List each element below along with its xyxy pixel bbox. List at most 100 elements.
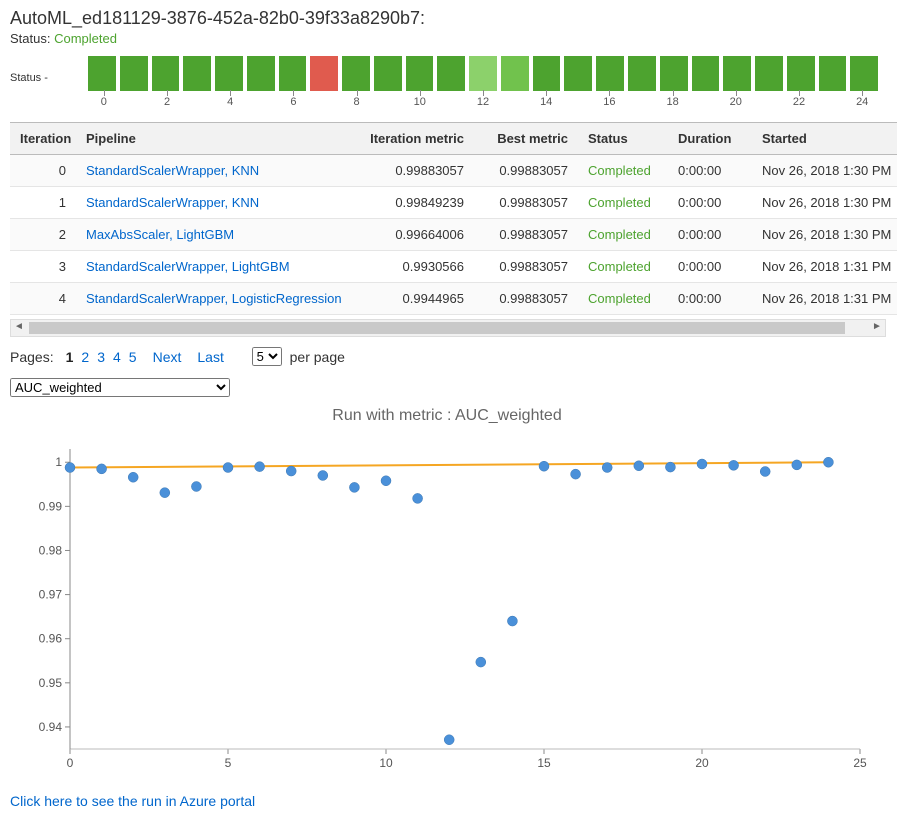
status-cell[interactable] bbox=[88, 56, 116, 91]
cell-pipeline: StandardScalerWrapper, LightGBM bbox=[76, 251, 354, 283]
status-cell[interactable] bbox=[215, 56, 243, 91]
svg-text:0.97: 0.97 bbox=[39, 588, 63, 602]
col-duration[interactable]: Duration bbox=[668, 123, 752, 155]
col-started[interactable]: Started bbox=[752, 123, 897, 155]
chart-point[interactable] bbox=[665, 462, 675, 472]
chart-point[interactable] bbox=[444, 735, 454, 745]
cell-started: Nov 26, 2018 1:30 PM bbox=[752, 219, 897, 251]
status-cell[interactable] bbox=[660, 56, 688, 91]
cell-best-metric: 0.99883057 bbox=[474, 155, 578, 187]
chart-point[interactable] bbox=[381, 476, 391, 486]
status-cell[interactable] bbox=[723, 56, 751, 91]
status-cell[interactable] bbox=[406, 56, 434, 91]
chart-point[interactable] bbox=[160, 488, 170, 498]
chart-point[interactable] bbox=[507, 616, 517, 626]
status-cell[interactable] bbox=[755, 56, 783, 91]
pipeline-link[interactable]: StandardScalerWrapper, LightGBM bbox=[86, 259, 290, 274]
status-cell[interactable] bbox=[819, 56, 847, 91]
chart-point[interactable] bbox=[602, 463, 612, 473]
chart-point[interactable] bbox=[476, 657, 486, 667]
pager-page[interactable]: 4 bbox=[109, 349, 125, 365]
chart-point[interactable] bbox=[255, 462, 265, 472]
chart-point[interactable] bbox=[128, 472, 138, 482]
col-pipeline[interactable]: Pipeline bbox=[76, 123, 354, 155]
cell-status: Completed bbox=[578, 219, 668, 251]
chart-point[interactable] bbox=[792, 460, 802, 470]
status-cell[interactable] bbox=[564, 56, 592, 91]
pager-page[interactable]: 5 bbox=[125, 349, 141, 365]
pager-next[interactable]: Next bbox=[149, 349, 186, 365]
col-best-metric[interactable]: Best metric bbox=[474, 123, 578, 155]
cell-best-metric: 0.99883057 bbox=[474, 283, 578, 315]
col-iteration-metric[interactable]: Iteration metric bbox=[354, 123, 474, 155]
status-tick: 18 bbox=[666, 96, 678, 108]
chart-point[interactable] bbox=[191, 482, 201, 492]
cell-iteration: 0 bbox=[10, 155, 76, 187]
pager-page[interactable]: 3 bbox=[93, 349, 109, 365]
scroll-left-icon[interactable]: ◄ bbox=[11, 320, 27, 336]
status-cell[interactable] bbox=[850, 56, 878, 91]
chart-point[interactable] bbox=[318, 470, 328, 480]
status-cell[interactable] bbox=[787, 56, 815, 91]
chart-point[interactable] bbox=[286, 466, 296, 476]
col-iteration[interactable]: Iteration bbox=[10, 123, 76, 155]
pipeline-link[interactable]: MaxAbsScaler, LightGBM bbox=[86, 227, 234, 242]
status-cell[interactable] bbox=[279, 56, 307, 91]
run-title: AutoML_ed181129-3876-452a-82b0-39f33a829… bbox=[10, 8, 887, 29]
svg-text:0: 0 bbox=[67, 756, 74, 770]
status-cell[interactable] bbox=[342, 56, 370, 91]
chart-point[interactable] bbox=[634, 461, 644, 471]
status-cell[interactable] bbox=[374, 56, 402, 91]
chart-point[interactable] bbox=[223, 463, 233, 473]
pager-page[interactable]: 2 bbox=[77, 349, 93, 365]
status-cell[interactable] bbox=[596, 56, 624, 91]
chart-point[interactable] bbox=[760, 467, 770, 477]
cell-started: Nov 26, 2018 1:31 PM bbox=[752, 283, 897, 315]
status-tick: 24 bbox=[856, 96, 868, 108]
chart-point[interactable] bbox=[349, 482, 359, 492]
scroll-thumb[interactable] bbox=[29, 322, 845, 334]
status-tick: 22 bbox=[793, 96, 805, 108]
status-cell[interactable] bbox=[628, 56, 656, 91]
cell-status: Completed bbox=[578, 187, 668, 219]
status-cell[interactable] bbox=[437, 56, 465, 91]
chart-point[interactable] bbox=[571, 469, 581, 479]
status-cell[interactable] bbox=[152, 56, 180, 91]
status-cell[interactable] bbox=[501, 56, 529, 91]
cell-duration: 0:00:00 bbox=[668, 187, 752, 219]
pipeline-link[interactable]: StandardScalerWrapper, LogisticRegressio… bbox=[86, 291, 342, 306]
status-cell[interactable] bbox=[247, 56, 275, 91]
chart-point[interactable] bbox=[539, 461, 549, 471]
chart-point[interactable] bbox=[65, 463, 75, 473]
cell-iter-metric: 0.9944965 bbox=[354, 283, 474, 315]
metric-select[interactable]: AUC_weighted bbox=[10, 378, 230, 397]
status-cell[interactable] bbox=[469, 56, 497, 91]
status-cell[interactable] bbox=[533, 56, 561, 91]
chart-point[interactable] bbox=[413, 493, 423, 503]
pager-last[interactable]: Last bbox=[193, 349, 227, 365]
table-horizontal-scrollbar[interactable]: ◄ ► bbox=[10, 319, 886, 337]
chart-point[interactable] bbox=[823, 457, 833, 467]
status-cell[interactable] bbox=[692, 56, 720, 91]
cell-duration: 0:00:00 bbox=[668, 283, 752, 315]
status-cell[interactable] bbox=[120, 56, 148, 91]
status-tick: 6 bbox=[290, 96, 296, 108]
col-status[interactable]: Status bbox=[578, 123, 668, 155]
chart-point[interactable] bbox=[97, 464, 107, 474]
pipeline-link[interactable]: StandardScalerWrapper, KNN bbox=[86, 195, 259, 210]
cell-iter-metric: 0.99849239 bbox=[354, 187, 474, 219]
status-tick: 8 bbox=[354, 96, 360, 108]
status-cell[interactable] bbox=[183, 56, 211, 91]
table-header-row: Iteration Pipeline Iteration metric Best… bbox=[10, 123, 897, 155]
pager-page[interactable]: 1 bbox=[62, 349, 78, 365]
status-tick: 16 bbox=[603, 96, 615, 108]
pipeline-link[interactable]: StandardScalerWrapper, KNN bbox=[86, 163, 259, 178]
scroll-right-icon[interactable]: ► bbox=[869, 320, 885, 336]
cell-best-metric: 0.99883057 bbox=[474, 187, 578, 219]
chart-point[interactable] bbox=[697, 459, 707, 469]
status-cell[interactable] bbox=[310, 56, 338, 91]
chart-point[interactable] bbox=[729, 460, 739, 470]
azure-portal-link[interactable]: Click here to see the run in Azure porta… bbox=[10, 793, 255, 809]
per-page-select[interactable]: 5 bbox=[252, 347, 282, 366]
metric-chart[interactable]: 0.940.950.960.970.980.9910510152025 bbox=[10, 439, 880, 779]
